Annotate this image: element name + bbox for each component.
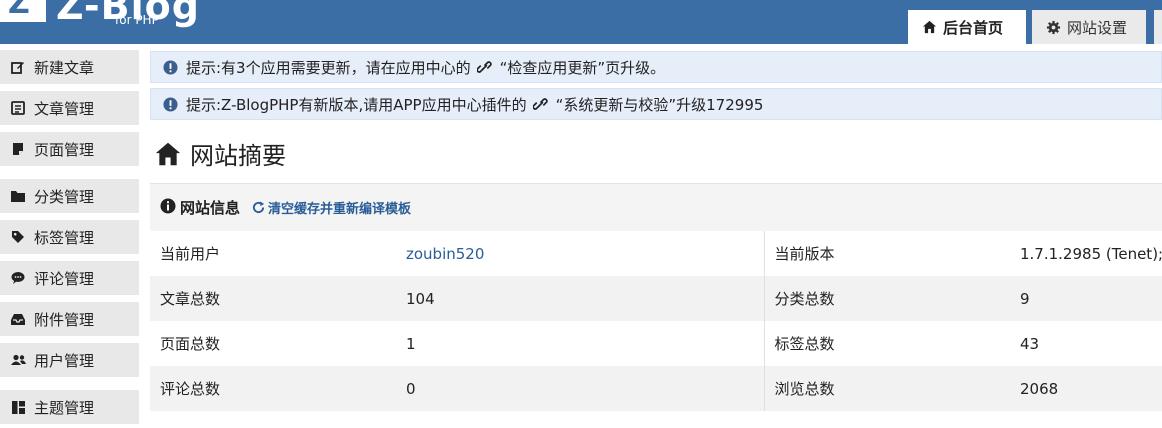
system-update-link[interactable]: “系统更新与校验” — [556, 94, 677, 115]
update-notice-system: 提示:Z-BlogPHP有新版本,请用APP应用中心插件的 “系统更新与校验” … — [150, 88, 1162, 120]
table-row: 页面总数 1 标签总数 43 — [150, 321, 1162, 366]
tab-site-settings[interactable]: 网站设置 — [1032, 10, 1146, 44]
notice-text: 提示:Z-BlogPHP有新版本,请用APP应用中心插件的 — [186, 95, 527, 114]
gear-icon — [1046, 20, 1061, 35]
value-comment-count: 0 — [396, 366, 764, 411]
sidebar-item-articles[interactable]: 文章管理 — [0, 91, 139, 125]
value-view-count: 2068 — [1010, 366, 1162, 411]
site-info-table: 当前用户 zoubin520 当前版本 1.7.1.2985 (Tenet); … — [150, 231, 1162, 411]
info-circle-icon — [160, 198, 176, 218]
sidebar-item-comments[interactable]: 评论管理 — [0, 261, 139, 295]
sidebar-item-themes[interactable]: 主题管理 — [0, 390, 139, 424]
sidebar-item-users[interactable]: 用户管理 — [0, 343, 139, 377]
value-page-count: 1 — [396, 321, 764, 366]
clear-cache-button[interactable]: 清空缓存并重新编译模板 — [252, 198, 411, 217]
tab-dashboard[interactable]: 后台首页 — [908, 10, 1026, 44]
logo-subtitle: for PHP — [115, 13, 159, 27]
value-category-count: 9 — [1010, 276, 1162, 321]
label-comment-count: 评论总数 — [150, 366, 396, 411]
page-title: 网站摘要 — [154, 136, 286, 171]
clear-cache-label: 清空缓存并重新编译模板 — [268, 202, 412, 217]
sidebar-item-label: 页面管理 — [34, 140, 95, 159]
tab-site-settings-label: 网站设置 — [1067, 18, 1128, 37]
sidebar-item-label: 用户管理 — [34, 351, 95, 370]
folder-icon — [10, 188, 26, 204]
sidebar-item-new-article[interactable]: 新建文章 — [0, 50, 139, 84]
sidebar-item-label: 标签管理 — [34, 228, 95, 247]
check-update-link[interactable]: “检查应用更新” — [500, 57, 606, 78]
sidebar-item-label: 分类管理 — [34, 187, 95, 206]
home-icon — [922, 20, 937, 34]
table-row: 当前用户 zoubin520 当前版本 1.7.1.2985 (Tenet); … — [150, 231, 1162, 276]
sidebar-item-label: 主题管理 — [34, 398, 95, 417]
layout-icon — [10, 399, 26, 415]
link-icon — [532, 97, 548, 112]
link-icon — [476, 60, 492, 75]
inbox-icon — [10, 311, 26, 327]
tab-overflow-edge[interactable] — [1154, 10, 1162, 44]
home-icon — [154, 141, 182, 167]
label-view-count: 浏览总数 — [763, 366, 1010, 411]
notice-text: 提示:有3个应用需要更新，请在应用中心的 — [186, 58, 471, 77]
sidebar-item-attachments[interactable]: 附件管理 — [0, 302, 139, 336]
tab-dashboard-label: 后台首页 — [943, 18, 1004, 37]
update-notice-apps: 提示:有3个应用需要更新，请在应用中心的 “检查应用更新” 页升级。 — [150, 51, 1162, 83]
table-row: 评论总数 0 浏览总数 2068 — [150, 366, 1162, 411]
users-icon — [10, 352, 26, 368]
info-icon — [163, 96, 178, 112]
current-user-link[interactable]: zoubin520 — [396, 231, 764, 276]
sidebar-item-label: 附件管理 — [34, 310, 95, 329]
value-article-count: 104 — [396, 276, 764, 321]
page-icon — [10, 141, 26, 157]
label-category-count: 分类总数 — [763, 276, 1010, 321]
sidebar-item-label: 新建文章 — [34, 58, 95, 77]
panel-title: 网站信息 — [180, 199, 241, 217]
info-icon — [163, 59, 178, 75]
site-info-panel-header: 网站信息 清空缓存并重新编译模板 — [150, 183, 1162, 231]
article-icon — [10, 100, 26, 116]
sidebar-item-label: 评论管理 — [34, 269, 95, 288]
label-article-count: 文章总数 — [150, 276, 396, 321]
top-header: Z Z-Blog for PHP 后台首页 网站设置 — [0, 0, 1162, 44]
table-row: 文章总数 104 分类总数 9 — [150, 276, 1162, 321]
notice-text-suffix: 升级172995 — [676, 95, 764, 114]
label-tag-count: 标签总数 — [763, 321, 1010, 366]
sidebar-item-pages[interactable]: 页面管理 — [0, 132, 139, 166]
tag-icon — [10, 229, 26, 245]
logo-mark: Z — [0, 0, 46, 22]
notice-text-suffix: 页升级。 — [605, 58, 666, 77]
sidebar-item-tags[interactable]: 标签管理 — [0, 220, 139, 254]
page-title-text: 网站摘要 — [190, 142, 286, 170]
label-page-count: 页面总数 — [150, 321, 396, 366]
value-current-version: 1.7.1.2985 (Tenet); . — [1010, 231, 1162, 276]
label-current-version: 当前版本 — [763, 231, 1010, 276]
refresh-icon — [252, 201, 265, 214]
sidebar-item-categories[interactable]: 分类管理 — [0, 179, 139, 213]
comment-icon — [10, 270, 26, 286]
edit-icon — [10, 59, 26, 75]
sidebar-item-label: 文章管理 — [34, 99, 95, 118]
value-tag-count: 43 — [1010, 321, 1162, 366]
label-current-user: 当前用户 — [150, 231, 396, 276]
